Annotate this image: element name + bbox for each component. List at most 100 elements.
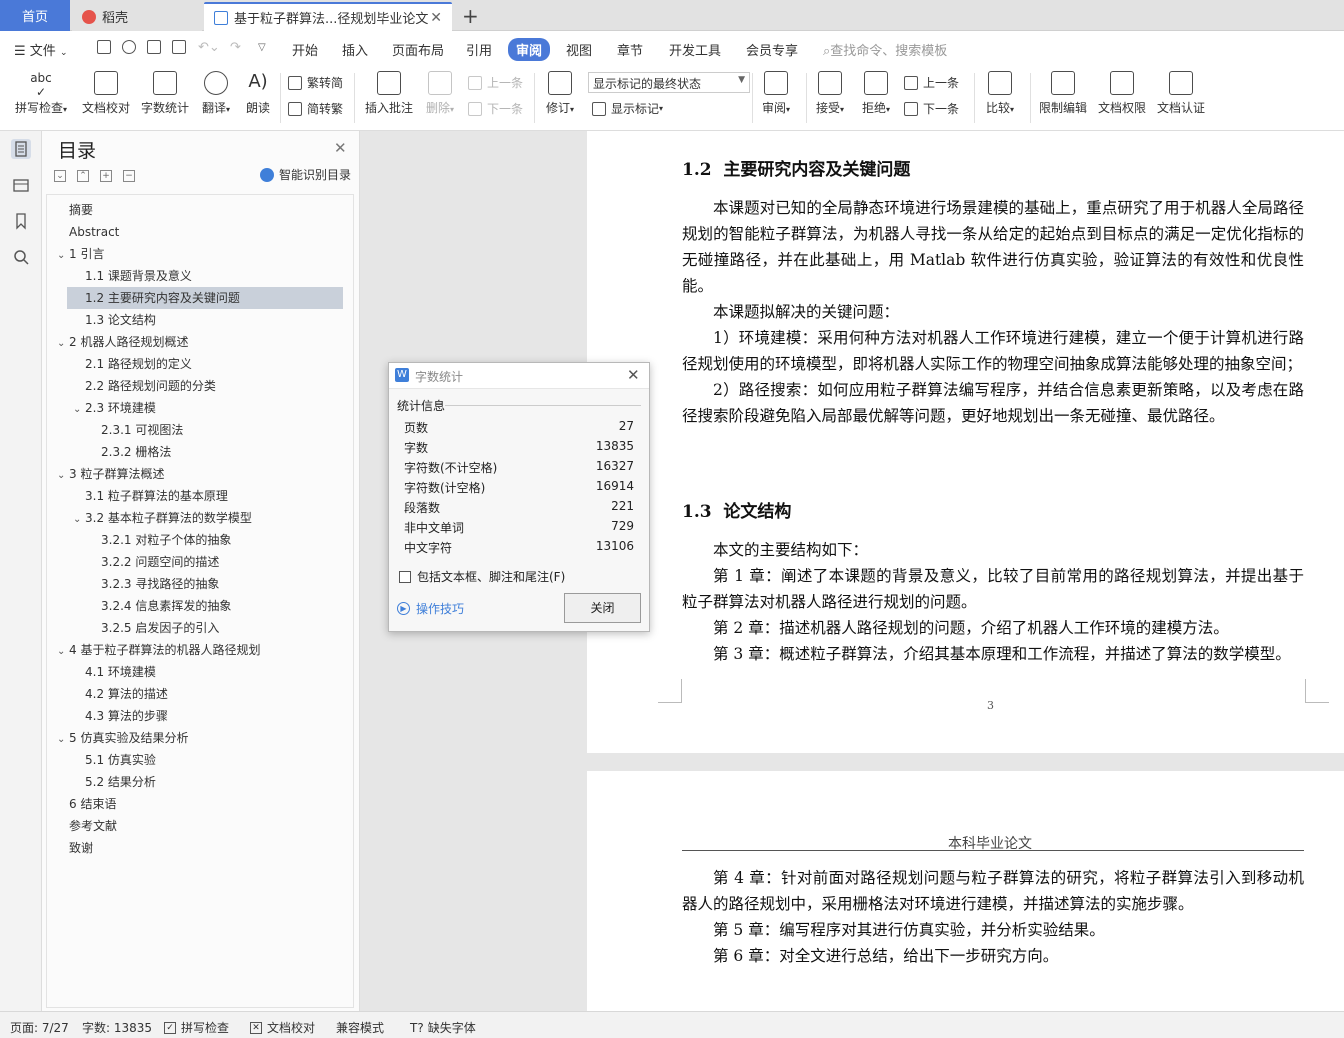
toc-nav-icon[interactable] bbox=[11, 139, 31, 159]
bookmark-icon[interactable] bbox=[11, 211, 31, 231]
toc-item[interactable]: ⌄ 5 仿真实验及结果分析 bbox=[47, 727, 347, 749]
undo-icon[interactable]: ↶⌄ bbox=[198, 40, 220, 55]
document-page[interactable]: 本科毕业论文 第 4 章：针对前面对路径规划问题与粒子群算法的研究，将粒子群算法… bbox=[587, 771, 1344, 1011]
tab-home[interactable]: 首页 bbox=[0, 0, 70, 31]
toc-item[interactable]: 3.2.1 对粒子个体的抽象 bbox=[47, 529, 347, 551]
next-change-button[interactable]: 下一条 bbox=[904, 100, 959, 117]
toc-item[interactable]: 4.3 算法的步骤 bbox=[47, 705, 347, 727]
toc-item[interactable]: 3.1 粒子群算法的基本原理 bbox=[47, 485, 347, 507]
toc-item[interactable]: 3.2.4 信息素挥发的抽象 bbox=[47, 595, 347, 617]
read-aloud-button[interactable]: A) 朗读 bbox=[243, 71, 273, 116]
compat-mode[interactable]: 兼容模式 bbox=[336, 1019, 384, 1036]
simp-to-trad-button[interactable]: 简转繁 bbox=[288, 100, 343, 117]
page-indicator[interactable]: 页面: 7/27 bbox=[10, 1019, 69, 1036]
expand-all-icon[interactable]: ⌃ bbox=[77, 170, 89, 182]
show-markup-button[interactable]: 显示标记 ▾ bbox=[592, 100, 663, 117]
chevron-down-icon[interactable]: ⌄ bbox=[57, 729, 69, 751]
toc-item[interactable]: ⌄ 3.2 基本粒子群算法的数学模型 bbox=[47, 507, 347, 529]
menu-member[interactable]: 会员专享 bbox=[746, 40, 798, 59]
toc-item[interactable]: 4.2 算法的描述 bbox=[47, 683, 347, 705]
redo-icon[interactable]: ↷ bbox=[230, 40, 241, 55]
toc-item[interactable]: 致谢 bbox=[47, 837, 347, 859]
status-spellcheck[interactable]: ✓ 拼写检查 bbox=[164, 1019, 229, 1036]
print-icon[interactable] bbox=[147, 40, 161, 54]
chevron-down-icon[interactable]: ⌄ bbox=[57, 465, 69, 487]
toc-item[interactable]: 2.1 路径规划的定义 bbox=[47, 353, 347, 375]
doc-proof-button[interactable]: 文档校对 bbox=[80, 71, 132, 116]
tips-link[interactable]: ▶ 操作技巧 bbox=[397, 600, 464, 617]
tab-daoke[interactable]: 稻壳 bbox=[72, 2, 202, 31]
menu-page-layout[interactable]: 页面布局 bbox=[392, 40, 444, 59]
dialog-titlebar[interactable]: W 字数统计 ✕ bbox=[389, 363, 649, 389]
delete-comment-button[interactable]: 删除▾ bbox=[422, 71, 458, 116]
toc-item[interactable]: 5.2 结果分析 bbox=[47, 771, 347, 793]
word-count-button[interactable]: 字数统计 bbox=[140, 71, 190, 116]
translate-button[interactable]: 翻译▾ bbox=[198, 71, 234, 116]
prev-change-button[interactable]: 上一条 bbox=[904, 74, 959, 91]
toc-item[interactable]: 摘要 bbox=[47, 199, 347, 221]
toc-item[interactable]: 3.2.3 寻找路径的抽象 bbox=[47, 573, 347, 595]
toc-item[interactable]: 2.2 路径规划问题的分类 bbox=[47, 375, 347, 397]
menu-section[interactable]: 章节 bbox=[617, 40, 643, 59]
accept-button[interactable]: 接受▾ bbox=[812, 71, 848, 116]
review-pane-button[interactable]: 审阅▾ bbox=[758, 71, 794, 116]
chevron-down-icon[interactable]: ⌄ bbox=[57, 333, 69, 355]
close-icon[interactable]: ✕ bbox=[627, 366, 640, 384]
toc-item[interactable]: 3.2.5 启发因子的引入 bbox=[47, 617, 347, 639]
toc-item[interactable]: 5.1 仿真实验 bbox=[47, 749, 347, 771]
new-tab-button[interactable]: + bbox=[462, 4, 479, 28]
chevron-down-icon[interactable]: ⌄ bbox=[57, 245, 69, 267]
export-icon[interactable] bbox=[122, 40, 136, 54]
compare-button[interactable]: 比较▾ bbox=[982, 71, 1018, 116]
toc-item[interactable]: 1.1 课题背景及意义 bbox=[47, 265, 347, 287]
close-tab-icon[interactable]: ✕ bbox=[430, 10, 442, 26]
toc-item[interactable]: Abstract bbox=[47, 221, 347, 243]
remove-level-icon[interactable]: − bbox=[123, 170, 135, 182]
chevron-down-icon[interactable]: ⌄ bbox=[73, 399, 85, 421]
word-count-indicator[interactable]: 字数: 13835 bbox=[82, 1019, 152, 1036]
missing-font[interactable]: T? 缺失字体 bbox=[410, 1019, 476, 1036]
menu-review[interactable]: 审阅 bbox=[508, 38, 551, 61]
tab-document[interactable]: 基于粒子群算法...径规划毕业论文 ✕ bbox=[204, 2, 452, 31]
close-icon[interactable]: ✕ bbox=[334, 139, 347, 157]
toc-item[interactable]: 3.2.2 问题空间的描述 bbox=[47, 551, 347, 573]
reject-button[interactable]: 拒绝▾ bbox=[858, 71, 894, 116]
menu-reference[interactable]: 引用 bbox=[466, 40, 492, 59]
restrict-edit-button[interactable]: 限制编辑 bbox=[1037, 71, 1089, 116]
spellcheck-button[interactable]: abc ✓ 拼写检查▾ bbox=[12, 71, 70, 116]
smart-toc-button[interactable]: 智能识别目录 bbox=[260, 166, 351, 183]
menu-insert[interactable]: 插入 bbox=[342, 40, 368, 59]
customize-chevron-icon[interactable]: ▽ bbox=[258, 42, 266, 53]
print-preview-icon[interactable] bbox=[172, 40, 186, 54]
menu-view[interactable]: 视图 bbox=[566, 40, 592, 59]
toc-item[interactable]: ⌄ 2.3 环境建模 bbox=[47, 397, 347, 419]
toc-item[interactable]: 1.3 论文结构 bbox=[47, 309, 347, 331]
toc-item[interactable]: ⌄ 1 引言 bbox=[47, 243, 347, 265]
status-proof[interactable]: ✕ 文档校对 bbox=[250, 1019, 315, 1036]
prev-comment-button[interactable]: 上一条 bbox=[468, 74, 523, 91]
doc-permission-button[interactable]: 文档权限 bbox=[1096, 71, 1148, 116]
chevron-down-icon[interactable]: ⌄ bbox=[73, 509, 85, 531]
toc-item[interactable]: ⌄ 3 粒子群算法概述 bbox=[47, 463, 347, 485]
toc-item[interactable]: ⌄ 4 基于粒子群算法的机器人路径规划 bbox=[47, 639, 347, 661]
next-comment-button[interactable]: 下一条 bbox=[468, 100, 523, 117]
toc-item[interactable]: ⌄ 2 机器人路径规划概述 bbox=[47, 331, 347, 353]
toc-item[interactable]: 2.3.2 栅格法 bbox=[47, 441, 347, 463]
chapter-nav-icon[interactable] bbox=[11, 175, 31, 195]
collapse-all-icon[interactable]: ⌄ bbox=[54, 170, 66, 182]
search-icon[interactable] bbox=[11, 247, 31, 267]
doc-cert-button[interactable]: 文档认证 bbox=[1155, 71, 1207, 116]
toc-item[interactable]: 6 结束语 bbox=[47, 793, 347, 815]
document-page[interactable]: 1.2 主要研究内容及关键问题 本课题对已知的全局静态环境进行场景建模的基础上，… bbox=[587, 131, 1344, 753]
file-menu[interactable]: ☰ 文件 ⌄ bbox=[14, 40, 68, 59]
close-button[interactable]: 关闭 bbox=[564, 593, 641, 623]
toc-item[interactable]: 2.3.1 可视图法 bbox=[47, 419, 347, 441]
save-icon[interactable] bbox=[97, 40, 111, 54]
insert-comment-button[interactable]: 插入批注 bbox=[362, 71, 416, 116]
toc-item[interactable]: 1.2 主要研究内容及关键问题 bbox=[67, 287, 343, 309]
include-textbox-checkbox[interactable]: 包括文本框、脚注和尾注(F) bbox=[399, 568, 565, 585]
toc-item[interactable]: 4.1 环境建模 bbox=[47, 661, 347, 683]
revise-button[interactable]: 修订▾ bbox=[541, 71, 579, 116]
add-level-icon[interactable]: + bbox=[100, 170, 112, 182]
markup-state-select[interactable]: 显示标记的最终状态 ▼ bbox=[588, 72, 750, 93]
